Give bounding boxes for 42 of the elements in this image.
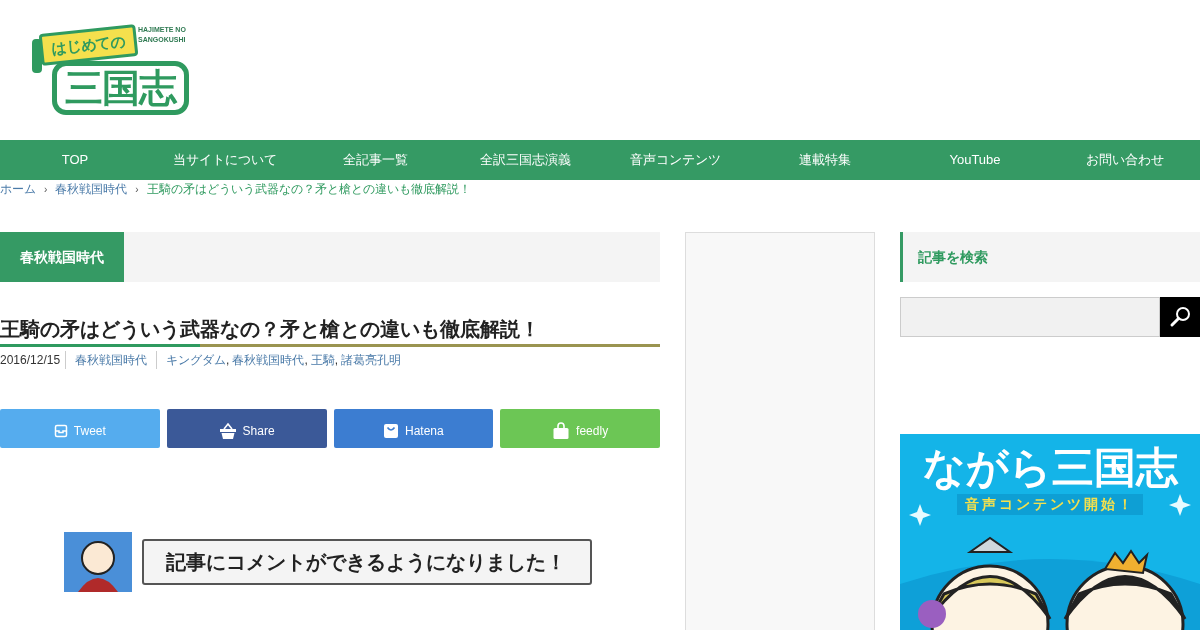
nav-link[interactable]: 全記事一覧 xyxy=(300,140,450,180)
category-heading: 春秋戦国時代 xyxy=(0,232,124,282)
nav-link[interactable]: TOP xyxy=(0,140,150,180)
shopping-bag-icon xyxy=(552,421,571,440)
share-button[interactable]: Tweet xyxy=(0,409,160,448)
comma: , xyxy=(334,352,339,369)
breadcrumb-separator: › xyxy=(135,182,139,197)
inbox-icon xyxy=(53,423,68,438)
promo-banner[interactable]: ながら三国志 音声コンテンツ開始！ xyxy=(900,434,1200,630)
share-button[interactable]: Share xyxy=(166,409,327,448)
nav-link[interactable]: お問い合わせ xyxy=(1050,140,1200,180)
nav-link[interactable]: 全訳三国志演義 xyxy=(450,140,600,180)
breadcrumb-link[interactable]: 春秋戦国時代 xyxy=(55,180,128,198)
breadcrumb-link[interactable]: ホーム xyxy=(0,180,36,198)
tag-link[interactable]: 諸葛亮孔明 xyxy=(341,351,402,369)
basket-icon xyxy=(218,421,237,440)
speech-bubble-text: 記事にコメントができるようになりました！ xyxy=(166,550,566,575)
breadcrumb-separator: › xyxy=(44,182,48,197)
comma: , xyxy=(226,352,230,369)
search-field[interactable] xyxy=(900,297,1160,337)
article-title: 王騎の矛はどういう武器なの？矛と槍との違いも徹底解説！ xyxy=(0,317,541,342)
share-button[interactable]: feedly xyxy=(500,409,660,448)
category-link[interactable]: 春秋戦国時代 xyxy=(66,351,158,369)
nav-link[interactable]: 連載特集 xyxy=(750,140,900,180)
search-button[interactable] xyxy=(1160,297,1200,337)
logo-title-text: 三国志 xyxy=(65,67,177,109)
logo-banner-text: はじめての xyxy=(50,32,127,57)
breadcrumb-current[interactable]: 王騎の矛はどういう武器なの？矛と槍との違いも徹底解説！ xyxy=(146,180,471,198)
share-button[interactable]: Hatena xyxy=(333,409,494,448)
nav-link[interactable]: YouTube xyxy=(900,140,1050,180)
promo-title: ながら三国志 xyxy=(922,444,1178,492)
bag-icon xyxy=(383,422,399,439)
promo-subtitle: 音声コンテンツ開始！ xyxy=(957,494,1143,515)
tag-link[interactable]: 王騎 xyxy=(310,351,335,369)
post-date: 2016/12/15 xyxy=(0,351,67,369)
sidebar-heading: 記事を検索 xyxy=(918,247,988,267)
tag-link[interactable]: キングダム xyxy=(166,351,227,369)
nav-link[interactable]: 音声コンテンツ xyxy=(600,140,750,180)
nav-link[interactable]: 当サイトについて xyxy=(150,140,300,180)
search-icon xyxy=(1169,306,1191,328)
avatar-icon xyxy=(64,532,132,592)
comma: , xyxy=(304,352,308,369)
